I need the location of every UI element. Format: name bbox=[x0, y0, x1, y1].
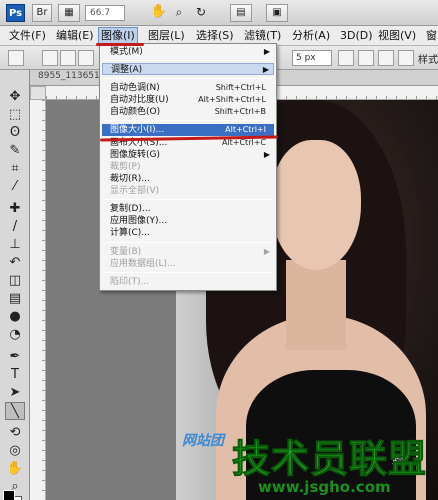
tools-panel: ✥ ⬚ ʘ ✎ ⌗ ⁄ ✚ / ⊥ ↶ ◫ ▤ ● ◔ ✒ T ➤ ╲ ⟲ ◎ … bbox=[0, 70, 30, 500]
menu-item-trim[interactable]: 裁切(R)... bbox=[102, 173, 274, 185]
menu-item-auto-tone[interactable]: 自动色调(N) Shift+Ctrl+L bbox=[102, 82, 274, 94]
photo-face bbox=[271, 140, 361, 270]
submenu-arrow-icon: ▶ bbox=[262, 65, 269, 74]
menu-separator bbox=[104, 120, 272, 121]
3d-orbit-tool-icon[interactable]: ◎ bbox=[5, 442, 25, 460]
shape-option-icon[interactable] bbox=[358, 50, 374, 66]
foreground-color-swatch[interactable] bbox=[3, 490, 15, 500]
menu-item-calculations[interactable]: 计算(C)... bbox=[102, 227, 274, 239]
shape-option-icon-3[interactable] bbox=[398, 50, 414, 66]
menu-item-crop: 裁剪(P) bbox=[110, 162, 141, 172]
screen-mode-icon[interactable]: ▣ bbox=[266, 4, 288, 22]
menu-item-adjustments[interactable]: 调整(A) ▶ bbox=[102, 63, 274, 75]
menu-window[interactable]: 窗口 bbox=[424, 27, 438, 45]
zoom-tool-icon[interactable]: ⌕ bbox=[170, 4, 188, 22]
history-brush-tool-icon[interactable]: ↶ bbox=[5, 254, 25, 272]
watermark-url: www.jsgho.com bbox=[258, 478, 391, 496]
menu-item-image-size[interactable]: 图像大小(I)... Alt+Ctrl+I bbox=[102, 124, 274, 136]
line-tool-icon[interactable]: ╲ bbox=[5, 402, 25, 420]
eyedropper-tool-icon[interactable]: ⁄ bbox=[5, 178, 25, 196]
vertical-ruler[interactable] bbox=[30, 100, 46, 500]
watermark-small: 网站团 bbox=[182, 433, 224, 449]
menu-item-image-rotation[interactable]: 图像旋转(G) ▶ bbox=[102, 149, 274, 161]
annotation-underline-image-menu bbox=[96, 43, 144, 46]
3d-rotate-tool-icon[interactable]: ⟲ bbox=[5, 424, 25, 442]
document-tab-title: 8955_113651... bbox=[38, 71, 109, 81]
eraser-tool-icon[interactable]: ◫ bbox=[5, 272, 25, 290]
lasso-tool-icon[interactable]: ʘ bbox=[5, 124, 25, 142]
menu-item-auto-contrast[interactable]: 自动对比度(U) Alt+Shift+Ctrl+L bbox=[102, 94, 274, 106]
menu-item-mode[interactable]: 模式(M) ▶ bbox=[102, 46, 274, 58]
add-selection-icon[interactable] bbox=[60, 50, 76, 66]
marquee-tool-icon[interactable]: ⬚ bbox=[5, 106, 25, 124]
move-tool-icon[interactable]: ✥ bbox=[5, 88, 25, 106]
photoshop-logo: Ps bbox=[6, 4, 25, 22]
menu-separator bbox=[104, 78, 272, 79]
menu-item-auto-color[interactable]: 自动颜色(O) Shift+Ctrl+B bbox=[102, 106, 274, 118]
submenu-arrow-icon: ▶ bbox=[263, 247, 270, 256]
new-selection-icon[interactable] bbox=[42, 50, 58, 66]
feather-field[interactable]: 5 px bbox=[292, 50, 332, 66]
menu-separator bbox=[104, 60, 272, 61]
application-bar: Ps Br ▦ 66.7 ✋ ⌕ ↻ ▤ ▣ bbox=[0, 0, 438, 26]
menu-3d[interactable]: 3D(D) bbox=[338, 27, 375, 45]
hand-tool-icon-2[interactable]: ✋ bbox=[5, 460, 25, 478]
gradient-tool-icon[interactable]: ▤ bbox=[5, 290, 25, 308]
watermark-brand: 技术员联盟 bbox=[231, 437, 428, 482]
menu-item-duplicate[interactable]: 复制(D)... bbox=[102, 203, 274, 215]
arrange-documents-icon[interactable]: ▤ bbox=[230, 4, 252, 22]
healing-brush-tool-icon[interactable]: ✚ bbox=[5, 200, 25, 218]
ruler-origin[interactable] bbox=[30, 86, 46, 100]
subtract-selection-icon[interactable] bbox=[78, 50, 94, 66]
hand-tool-icon[interactable]: ✋ bbox=[150, 4, 168, 22]
crop-tool-icon[interactable]: ⌗ bbox=[5, 160, 25, 178]
menu-file[interactable]: 文件(F) bbox=[7, 27, 48, 45]
line-tool-preset-icon[interactable] bbox=[8, 50, 24, 66]
menu-item-apply-data-set: 应用数据组(L)... bbox=[110, 259, 176, 269]
clone-stamp-tool-icon[interactable]: ⊥ bbox=[5, 236, 25, 254]
rotate-view-icon[interactable]: ↻ bbox=[192, 4, 210, 22]
menu-item-apply-image[interactable]: 应用图像(Y)... bbox=[102, 215, 274, 227]
menu-item-variables: 变量(B) ▶ bbox=[110, 247, 270, 257]
type-tool-icon[interactable]: T bbox=[5, 366, 25, 384]
menu-analysis[interactable]: 分析(A) bbox=[290, 27, 332, 45]
menu-item-trap: 陷印(T)... bbox=[110, 277, 150, 287]
bridge-button[interactable]: Br bbox=[32, 4, 52, 22]
menu-item-reveal-all: 显示全部(V) bbox=[110, 186, 160, 196]
blur-tool-icon[interactable]: ● bbox=[5, 308, 25, 326]
menu-edit[interactable]: 编辑(E) bbox=[54, 27, 96, 45]
submenu-arrow-icon: ▶ bbox=[263, 47, 270, 56]
pen-tool-icon[interactable]: ✒ bbox=[5, 348, 25, 366]
submenu-arrow-icon: ▶ bbox=[263, 150, 270, 159]
shape-option-icon-2[interactable] bbox=[378, 50, 394, 66]
style-label: 样式 bbox=[418, 55, 438, 66]
brush-tool-icon[interactable]: / bbox=[5, 218, 25, 236]
view-extras-button[interactable]: ▦ bbox=[58, 4, 80, 22]
photo-neck bbox=[286, 260, 346, 350]
menu-view[interactable]: 视图(V) bbox=[376, 27, 418, 45]
antialias-checkbox[interactable] bbox=[338, 50, 354, 66]
menu-separator bbox=[104, 272, 272, 273]
menu-separator bbox=[104, 199, 272, 200]
zoom-level-field[interactable]: 66.7 bbox=[85, 5, 125, 21]
quick-select-tool-icon[interactable]: ✎ bbox=[5, 142, 25, 160]
path-select-tool-icon[interactable]: ➤ bbox=[5, 384, 25, 402]
menu-separator bbox=[104, 242, 272, 243]
image-menu-dropdown: 模式(M) ▶ 调整(A) ▶ 自动色调(N) Shift+Ctrl+L 自动对比度(… bbox=[99, 43, 277, 291]
dodge-tool-icon[interactable]: ◔ bbox=[5, 326, 25, 344]
